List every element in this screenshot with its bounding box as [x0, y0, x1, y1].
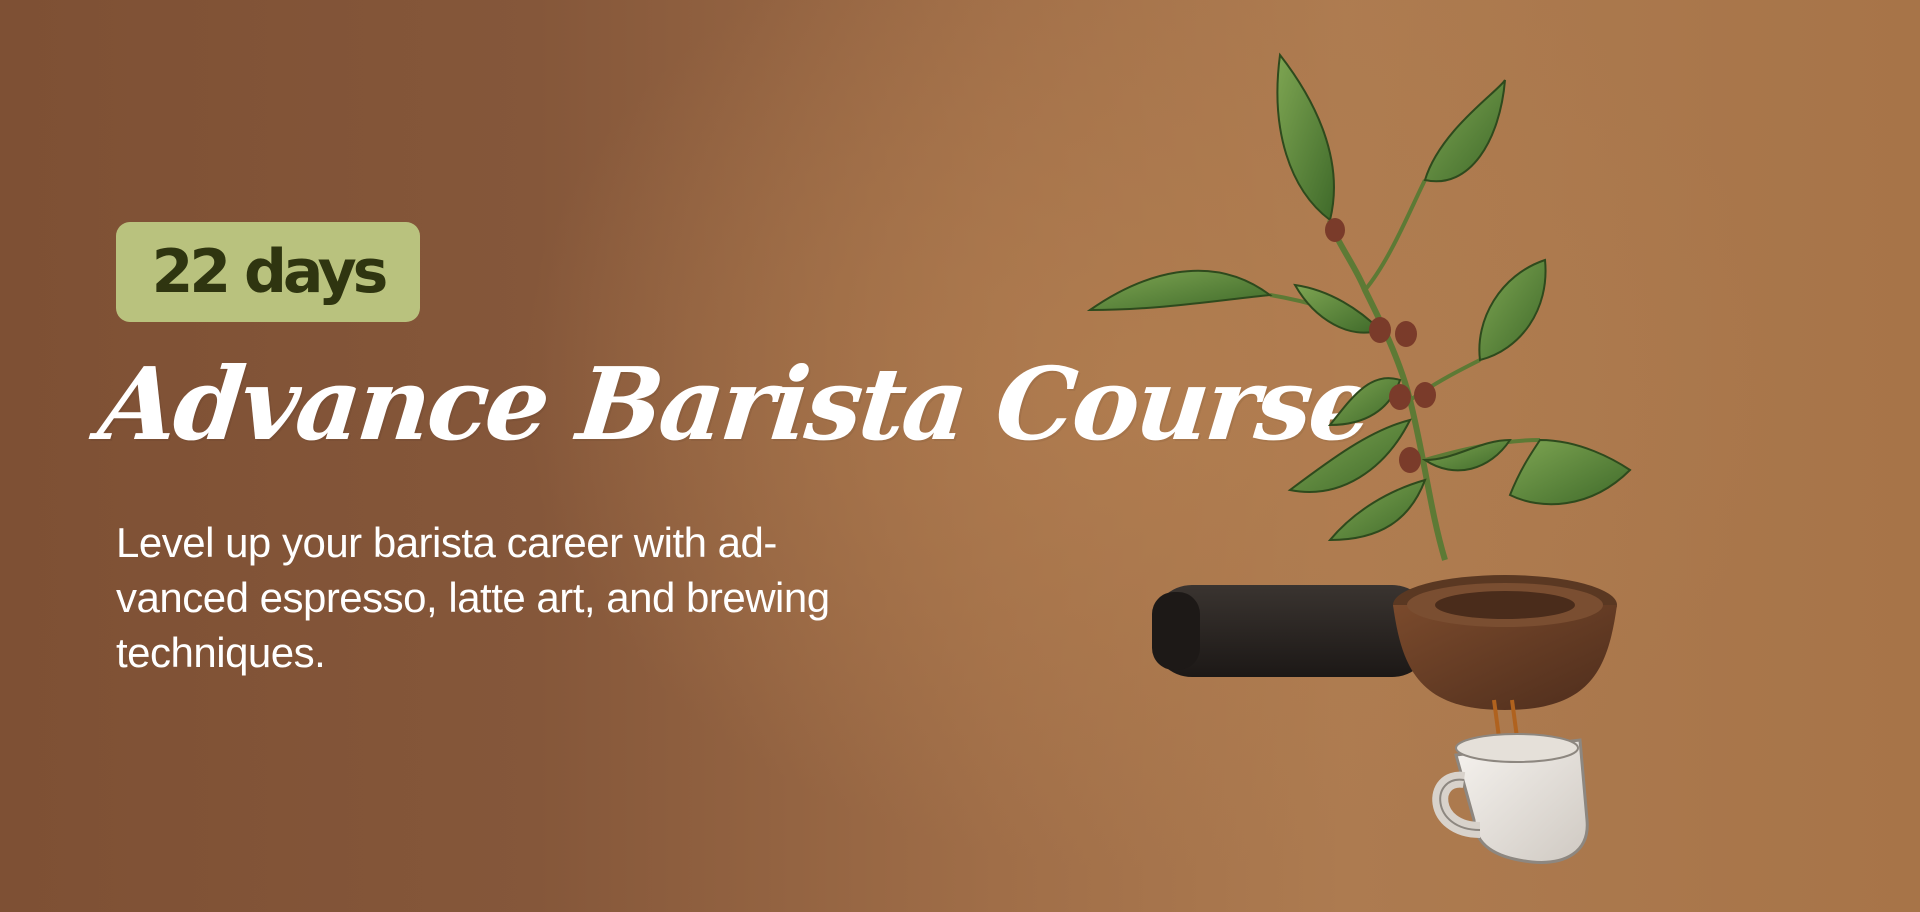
duration-badge-label: 22 days	[151, 237, 389, 307]
course-title: Advance Barista Course	[93, 345, 1377, 463]
barista-illustration	[1086, 52, 1632, 864]
hero-banner: 22 days Advance Barista Course Level up …	[0, 0, 1920, 912]
course-subtitle-text: Level up your barista career with ad- va…	[116, 519, 830, 676]
duration-badge: 22 days	[116, 222, 420, 322]
course-subtitle: Level up your barista career with ad- va…	[116, 515, 996, 680]
coffee-plant-illustration	[1086, 52, 1632, 561]
espresso-cup-illustration	[1432, 733, 1589, 864]
portafilter-illustration	[1152, 575, 1617, 710]
